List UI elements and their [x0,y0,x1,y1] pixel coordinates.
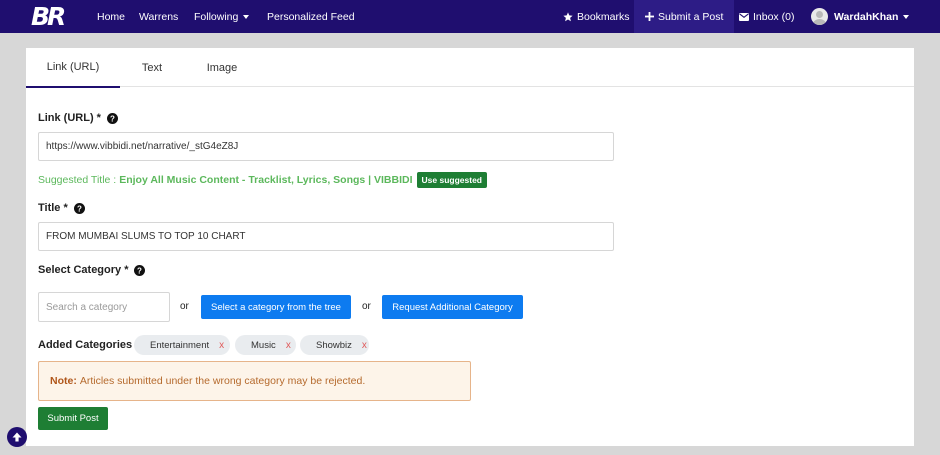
chip-label: Showbiz [316,339,352,351]
category-chip-entertainment: Entertainment x [134,335,230,355]
scroll-to-top-button[interactable] [7,427,27,447]
tab-link-url[interactable]: Link (URL) [26,48,120,88]
tab-image[interactable]: Image [199,48,245,87]
submit-post-button[interactable]: Submit Post [38,407,108,430]
suggested-title-text: Enjoy All Music Content - Tracklist, Lyr… [119,174,413,186]
request-category-button[interactable]: Request Additional Category [382,295,523,319]
star-icon [563,11,573,22]
or-separator: or [362,301,371,312]
caret-down-icon [243,14,250,19]
nav-bookmarks[interactable]: Bookmarks [563,0,630,33]
plus-icon [645,12,654,21]
note-strong: Note: [50,375,77,387]
nav-user-menu[interactable]: WardahKhan [811,0,910,33]
title-label: Title * ? [38,200,85,216]
svg-text:?: ? [77,204,82,213]
remove-chip-button[interactable]: x [219,340,224,351]
note-text: Articles submitted under the wrong categ… [79,375,366,387]
category-label: Select Category * ? [38,262,146,278]
title-input[interactable]: FROM MUMBAI SLUMS TO TOP 10 CHART [38,222,614,251]
use-suggested-button[interactable]: Use suggested [416,172,487,188]
top-navbar: BR Home Warrens Following Personalized F… [0,0,940,33]
post-type-tabs: Link (URL) Text Image [26,48,914,88]
select-category-tree-button[interactable]: Select a category from the tree [201,295,351,319]
category-label-text: Select Category * [38,264,129,276]
added-categories-text: Added Categories [38,339,133,351]
site-logo[interactable]: BR [31,2,77,31]
nav-following[interactable]: Following [194,0,250,33]
chip-label: Entertainment [150,339,210,351]
warning-note: Note: Articles submitted under the wrong… [38,361,471,401]
nav-submit-label: Submit a Post [658,10,724,23]
url-label: Link (URL) * ? [38,110,118,126]
svg-text:?: ? [110,114,115,123]
remove-chip-button[interactable]: x [362,340,367,351]
envelope-icon [739,12,749,21]
category-chip-showbiz: Showbiz x [300,335,369,355]
nav-home[interactable]: Home [97,0,125,33]
submit-post-card: Link (URL) Text Image Link (URL) * ? htt… [26,48,914,446]
question-circle-icon[interactable]: ? [134,264,146,276]
category-chip-music: Music x [235,335,296,355]
suggested-title: Suggested Title : Enjoy All Music Conten… [38,172,487,188]
suggested-prefix: Suggested Title : [38,174,117,186]
username: WardahKhan [834,10,899,23]
arrow-up-circle-icon [11,431,23,443]
caret-down-icon [903,14,910,19]
url-label-text: Link (URL) * [38,112,101,124]
remove-chip-button[interactable]: x [286,340,291,351]
nav-warrens[interactable]: Warrens [139,0,178,33]
nav-submit-post[interactable]: Submit a Post [634,0,735,33]
url-input[interactable]: https://www.vibbidi.net/narrative/_stG4e… [38,132,614,161]
nav-personalized-feed[interactable]: Personalized Feed [267,0,355,33]
svg-text:?: ? [138,266,143,275]
tab-text[interactable]: Text [130,48,174,87]
nav-following-label: Following [194,10,239,23]
nav-inbox-label: Inbox (0) [753,10,795,23]
title-label-text: Title * [38,202,68,214]
nav-inbox[interactable]: Inbox (0) [739,0,794,33]
chip-label: Music [251,339,276,351]
added-categories-label: Added Categories [38,337,132,353]
category-search-input[interactable]: Search a category [38,292,170,322]
question-circle-icon[interactable]: ? [106,112,118,124]
question-circle-icon[interactable]: ? [73,202,85,214]
or-separator: or [180,301,189,312]
nav-bookmarks-label: Bookmarks [577,10,630,23]
avatar [811,8,828,25]
